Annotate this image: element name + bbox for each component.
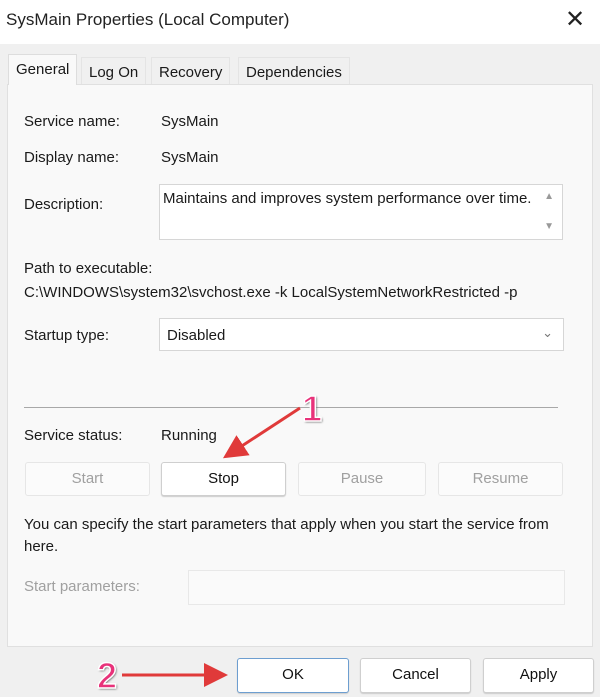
tab-general[interactable]: General bbox=[8, 54, 78, 85]
arrow-to-stop bbox=[222, 406, 301, 459]
step-2-label: 2 bbox=[96, 654, 118, 697]
annotation-arrows bbox=[122, 406, 301, 687]
step-1-label: 1 bbox=[301, 387, 323, 430]
